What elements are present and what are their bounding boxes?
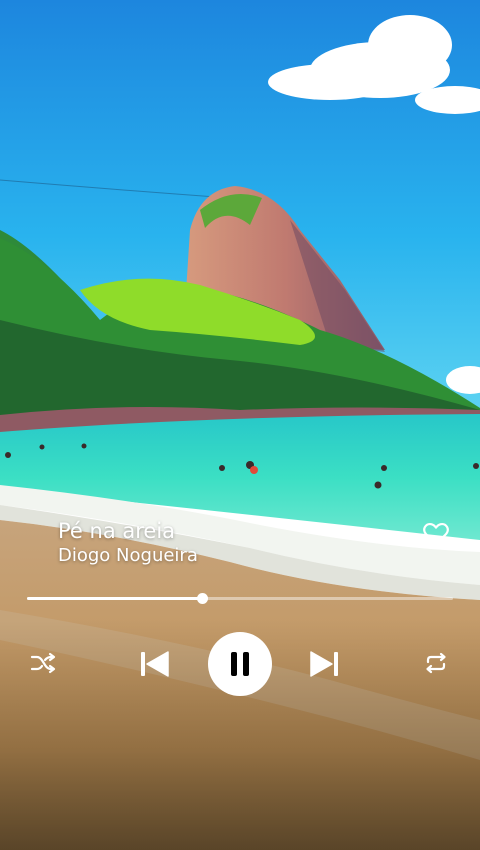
skip-previous-icon <box>141 651 169 677</box>
play-pause-button[interactable] <box>208 632 272 696</box>
skip-next-icon <box>310 651 338 677</box>
progress-thumb[interactable] <box>196 593 208 604</box>
pause-icon <box>231 652 249 676</box>
progress-fill <box>27 597 202 600</box>
track-title: Pé na areia <box>58 519 176 543</box>
track-info: Pé na areia Diogo Nogueira <box>58 518 198 567</box>
shuffle-button[interactable] <box>29 650 57 676</box>
next-button[interactable] <box>307 648 341 680</box>
progress-bar[interactable] <box>27 592 453 604</box>
repeat-icon <box>426 652 446 674</box>
heart-outline-icon[interactable] <box>422 521 450 547</box>
shuffle-icon <box>30 652 56 674</box>
previous-button[interactable] <box>138 648 172 680</box>
background-artwork <box>0 0 480 850</box>
repeat-button[interactable] <box>422 650 450 676</box>
track-artist: Diogo Nogueira <box>58 545 198 566</box>
